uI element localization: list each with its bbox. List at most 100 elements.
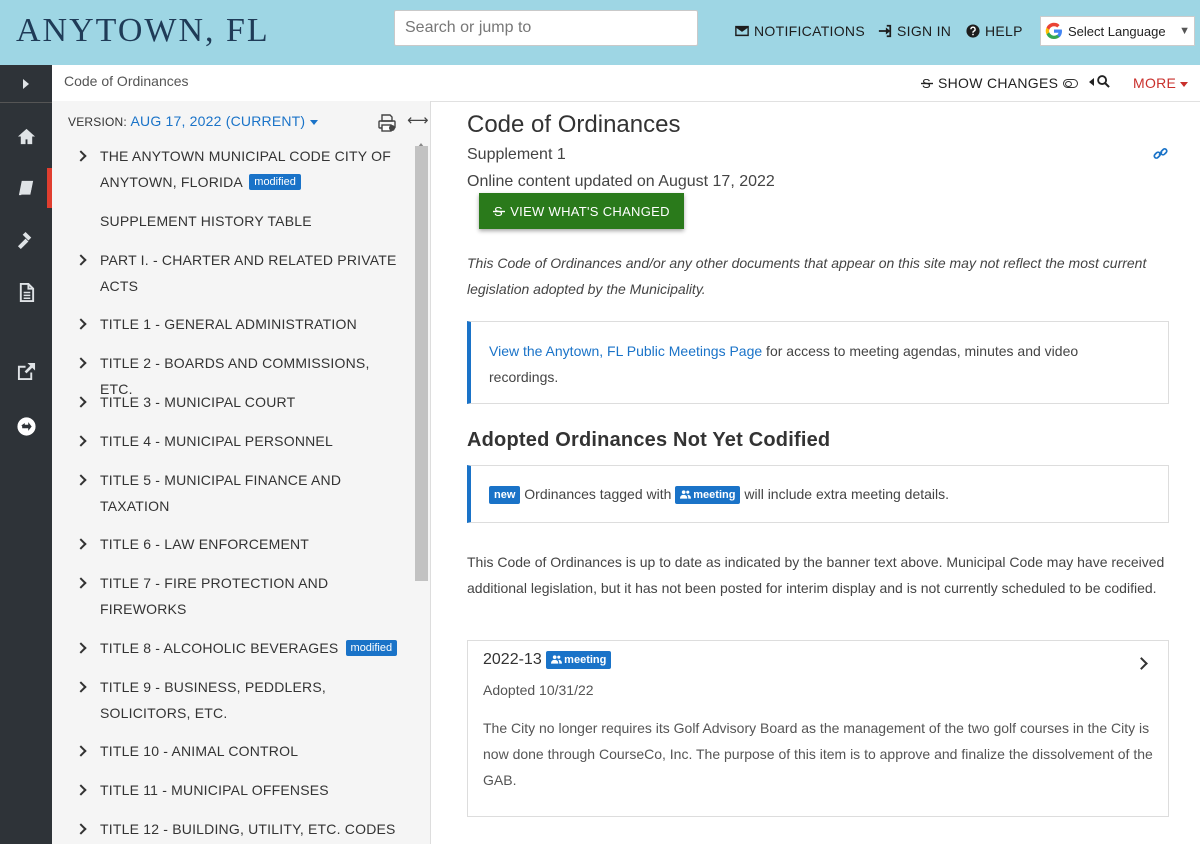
chevron-right-icon bbox=[75, 681, 87, 693]
toc-item-label: TITLE 1 - GENERAL ADMINISTRATION bbox=[100, 316, 357, 332]
chevron-right-icon bbox=[75, 357, 87, 369]
chevron-right-icon bbox=[75, 396, 87, 408]
toc-item-label: THE ANYTOWN MUNICIPAL CODE CITY OF ANYTO… bbox=[100, 148, 391, 190]
toc-item-label: TITLE 11 - MUNICIPAL OFFENSES bbox=[100, 782, 329, 798]
home-icon bbox=[17, 128, 35, 144]
expand-rail-button[interactable] bbox=[0, 65, 52, 103]
sign-in-label: SIGN IN bbox=[897, 23, 952, 39]
dropdown-caret-icon: ▼ bbox=[1179, 25, 1190, 37]
version-selector[interactable]: VERSION: AUG 17, 2022 (CURRENT) bbox=[68, 113, 318, 129]
ordinance-card[interactable]: 2022-13 meeting Adopted 10/31/22 The Cit… bbox=[467, 640, 1169, 817]
help-link[interactable]: HELP bbox=[966, 23, 1023, 39]
strikethrough-icon: S bbox=[921, 76, 933, 90]
new-badge: new bbox=[489, 486, 521, 504]
adopted-note-callout: new Ordinances tagged with meeting will … bbox=[467, 465, 1169, 523]
show-changes-toggle[interactable]: S SHOW CHANGES bbox=[921, 75, 1079, 91]
view-whats-changed-label: VIEW WHAT'S CHANGED bbox=[510, 203, 670, 219]
note-text-1: Ordinances tagged with bbox=[524, 486, 672, 502]
users-icon bbox=[551, 655, 563, 664]
language-select[interactable]: Select Language ▼ bbox=[1040, 16, 1195, 46]
help-label: HELP bbox=[985, 23, 1023, 39]
meetings-callout: View the Anytown, FL Public Meetings Pag… bbox=[467, 321, 1169, 404]
meeting-badge-label: meeting bbox=[693, 489, 736, 501]
search-input[interactable] bbox=[394, 10, 698, 46]
chevron-right-icon bbox=[75, 150, 87, 162]
ordinance-description: The City no longer requires its Golf Adv… bbox=[483, 720, 1153, 788]
modified-badge: modified bbox=[249, 174, 301, 190]
chevron-right-icon bbox=[75, 435, 87, 447]
chevron-right-icon bbox=[75, 642, 87, 654]
notifications-label: NOTIFICATIONS bbox=[754, 23, 865, 39]
toc-item-label: TITLE 10 - ANIMAL CONTROL bbox=[100, 743, 299, 759]
chevron-right-icon bbox=[75, 745, 87, 757]
top-header: ANYTOWN, FL NOTIFICATIONS SIGN IN HELP S… bbox=[0, 0, 1200, 65]
disclaimer-text: This Code of Ordinances and/or any other… bbox=[467, 255, 1147, 297]
toc-item-label: TITLE 4 - MUNICIPAL PERSONNEL bbox=[100, 433, 333, 449]
users-icon bbox=[680, 490, 692, 499]
link-icon[interactable] bbox=[1153, 146, 1168, 161]
notifications-link[interactable]: NOTIFICATIONS bbox=[735, 23, 865, 39]
chevron-right-icon bbox=[75, 577, 87, 589]
chevron-right-icon bbox=[75, 318, 87, 330]
ordinance-number-row: 2022-13 meeting bbox=[483, 651, 612, 669]
page-title: Code of Ordinances bbox=[467, 111, 681, 138]
show-changes-label: SHOW CHANGES bbox=[938, 75, 1059, 91]
toc-item-label: SUPPLEMENT HISTORY TABLE bbox=[100, 213, 312, 229]
question-circle-icon bbox=[966, 24, 980, 38]
table-of-contents: VERSION: AUG 17, 2022 (CURRENT) ⟷ THE AN… bbox=[52, 101, 431, 844]
strikethrough-icon: S bbox=[493, 204, 506, 218]
chevron-right-icon bbox=[75, 823, 87, 835]
modified-badge: modified bbox=[345, 640, 398, 656]
external-link-icon bbox=[17, 362, 35, 380]
left-icon-rail bbox=[0, 65, 52, 844]
google-icon bbox=[1045, 22, 1062, 40]
document-icon bbox=[19, 282, 34, 302]
chevron-right-icon bbox=[75, 538, 87, 550]
external-link-nav-button[interactable] bbox=[0, 351, 52, 391]
scrollbar-thumb[interactable] bbox=[415, 146, 428, 581]
supplement-label: Supplement 1 bbox=[467, 146, 566, 163]
toc-item-label: TITLE 12 - BUILDING, UTILITY, ETC. CODES bbox=[100, 821, 396, 837]
toc-item-label: TITLE 7 - FIRE PROTECTION AND FIREWORKS bbox=[100, 575, 329, 617]
breadcrumb[interactable]: Code of Ordinances bbox=[64, 73, 189, 89]
sign-in-link[interactable]: SIGN IN bbox=[878, 23, 951, 39]
print-icon[interactable] bbox=[378, 114, 396, 132]
more-menu[interactable]: MORE bbox=[1133, 75, 1188, 91]
meeting-badge-label: meeting bbox=[564, 654, 607, 666]
documents-nav-button[interactable] bbox=[0, 272, 52, 312]
adopted-ordinances-heading: Adopted Ordinances Not Yet Codified bbox=[467, 429, 831, 451]
site-brand[interactable]: ANYTOWN, FL bbox=[16, 12, 270, 50]
gavel-icon bbox=[17, 231, 31, 249]
book-icon bbox=[18, 180, 34, 196]
public-meetings-link[interactable]: View the Anytown, FL Public Meetings Pag… bbox=[489, 343, 762, 359]
toggle-icon bbox=[1063, 78, 1079, 88]
chevron-right-icon[interactable] bbox=[1135, 657, 1148, 670]
envelope-icon bbox=[735, 25, 749, 37]
legislation-nav-button[interactable] bbox=[0, 220, 52, 260]
toc-item-label: TITLE 3 - MUNICIPAL COURT bbox=[100, 394, 296, 410]
toc-item-label: TITLE 9 - BUSINESS, PEDDLERS, SOLICITORS… bbox=[100, 679, 326, 721]
meeting-badge: meeting bbox=[675, 486, 741, 504]
version-label: VERSION: bbox=[68, 115, 127, 129]
caret-right-icon bbox=[23, 78, 29, 89]
toc-item-label: PART I. - CHARTER AND RELATED PRIVATE AC… bbox=[100, 252, 397, 294]
toc-item-label: TITLE 8 - ALCOHOLIC BEVERAGES bbox=[100, 640, 339, 656]
chevron-right-icon bbox=[75, 474, 87, 486]
home-nav-button[interactable] bbox=[0, 116, 52, 156]
codes-nav-button[interactable] bbox=[0, 168, 52, 208]
ordinance-adopted-date: Adopted 10/31/22 bbox=[483, 682, 594, 698]
resize-panel-icon[interactable]: ⟷ bbox=[407, 111, 429, 129]
compare-nav-button[interactable] bbox=[0, 406, 52, 446]
chevron-right-icon bbox=[75, 254, 87, 266]
chevron-right-icon bbox=[75, 784, 87, 796]
version-value[interactable]: AUG 17, 2022 (CURRENT) bbox=[131, 113, 319, 129]
compare-icon bbox=[16, 416, 36, 436]
ordinance-number: 2022-13 bbox=[483, 651, 542, 668]
search-icon bbox=[1097, 75, 1110, 88]
toc-item-label: TITLE 6 - LAW ENFORCEMENT bbox=[100, 536, 310, 552]
view-whats-changed-button[interactable]: S VIEW WHAT'S CHANGED bbox=[479, 193, 684, 229]
note-text-2: will include extra meeting details. bbox=[744, 486, 950, 502]
updated-date: Online content updated on August 17, 202… bbox=[467, 173, 775, 190]
search-toggle-button[interactable] bbox=[1089, 75, 1110, 88]
status-paragraph: This Code of Ordinances is up to date as… bbox=[467, 554, 1165, 596]
